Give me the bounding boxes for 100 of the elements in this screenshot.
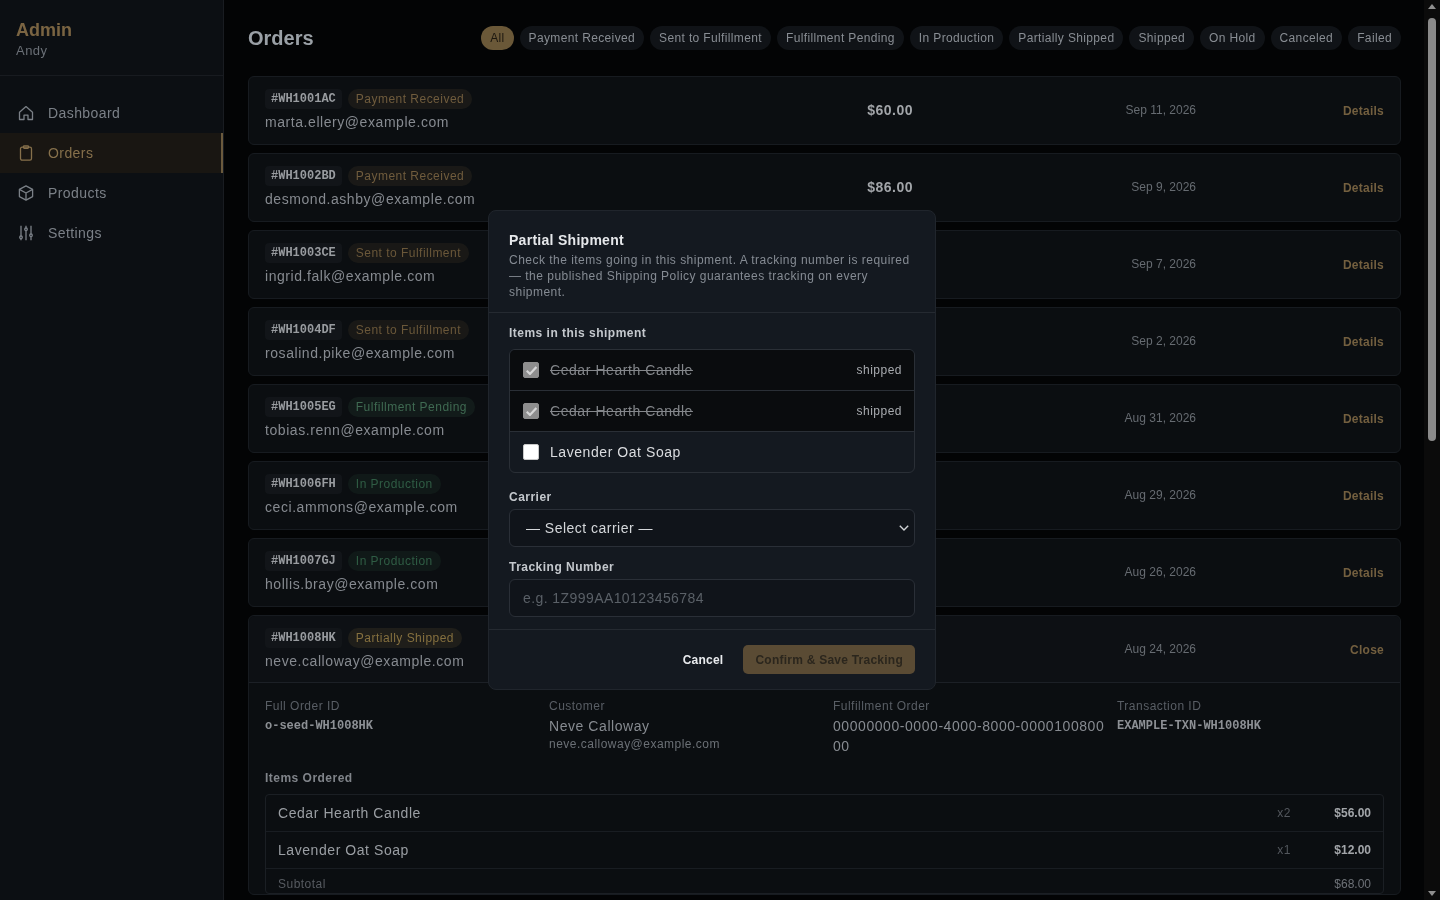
order-id: #WH1007GJ — [265, 551, 342, 571]
details-button[interactable]: Details — [1342, 258, 1384, 272]
details-button[interactable]: Details — [1342, 566, 1384, 580]
customer-email: ingrid.falk@example.com — [265, 267, 436, 285]
cancel-button[interactable]: Cancel — [682, 646, 724, 673]
nav-item[interactable]: Settings — [0, 213, 223, 253]
customer-email: marta.ellery@example.com — [265, 113, 450, 131]
close-button[interactable]: Close — [1350, 643, 1384, 657]
field-value: 00000000-0000-4000-8000-000010080000 — [833, 717, 1105, 756]
item-name: Cedar Hearth Candle — [278, 805, 421, 821]
customer-email: hollis.bray@example.com — [265, 575, 439, 593]
nav-item[interactable]: Products — [0, 173, 223, 213]
field-label: Carrier — [509, 489, 552, 505]
order-date: Aug 26, 2026 — [1124, 565, 1196, 579]
order-date: Sep 7, 2026 — [1131, 257, 1196, 271]
order-date: Sep 11, 2026 — [1125, 103, 1196, 117]
item-label: Lavender Oat Soap — [550, 444, 681, 460]
order-id: #WH1002BD — [265, 166, 342, 186]
nav-item[interactable]: Orders — [0, 133, 223, 173]
item-price: $56.00 — [1333, 806, 1371, 820]
order-amount: $60.00 — [867, 102, 913, 118]
customer-email: tobias.renn@example.com — [265, 421, 445, 439]
order-date: Aug 31, 2026 — [1124, 411, 1196, 425]
filter-tab[interactable]: On Hold — [1200, 26, 1265, 50]
filter-tab[interactable]: Shipped — [1129, 26, 1194, 50]
tracking-number-input[interactable]: e.g. 1Z999AA10123456784 — [509, 579, 915, 617]
filter-tab[interactable]: Partially Shipped — [1009, 26, 1124, 50]
total-label: Subtotal — [278, 876, 326, 892]
customer-email: desmond.ashby@example.com — [265, 190, 476, 208]
order-id: #WH1003CE — [265, 243, 342, 263]
field-label: Full Order ID — [265, 698, 340, 714]
item-label: Cedar Hearth Candle — [550, 403, 693, 419]
details-button[interactable]: Details — [1342, 104, 1384, 118]
field-value: EXAMPLE-TXN-WH1008HK — [1117, 718, 1262, 735]
scroll-down-icon[interactable] — [1428, 891, 1436, 896]
field-value: o-seed-WH1008HK — [265, 718, 374, 735]
check-icon — [525, 365, 537, 375]
chevron-down-icon — [899, 525, 909, 531]
item-quantity: x2 — [1277, 806, 1291, 820]
field-label: Fulfillment Order — [833, 698, 930, 714]
filter-tab[interactable]: In Production — [909, 26, 1004, 50]
item-price: $12.00 — [1333, 843, 1371, 857]
filter-tab[interactable]: Failed — [1348, 26, 1401, 50]
order-date: Sep 2, 2026 — [1131, 334, 1196, 348]
filter-tab[interactable]: All — [481, 26, 514, 50]
filter-tab[interactable]: Fulfillment Pending — [776, 26, 904, 50]
field-value: Neve Calloway — [549, 717, 650, 736]
status-badge: In Production — [347, 551, 441, 571]
details-button[interactable]: Details — [1342, 412, 1384, 426]
status-badge: Payment Received — [347, 166, 473, 186]
user-name: Andy — [16, 43, 48, 59]
modal-title: Partial Shipment — [509, 231, 624, 249]
total-value: $68.00 — [1334, 876, 1371, 892]
order-id: #WH1004DF — [265, 320, 342, 340]
order-id: #WH1001AC — [265, 89, 342, 109]
item-status: shipped — [856, 404, 902, 418]
field-label: Customer — [549, 698, 605, 714]
status-badge: Payment Received — [347, 89, 473, 109]
order-id: #WH1008HK — [265, 628, 342, 648]
item-quantity: x1 — [1277, 843, 1291, 857]
status-badge: Partially Shipped — [347, 628, 463, 648]
sliders-icon — [18, 225, 34, 241]
section-label: Items Ordered — [265, 770, 353, 786]
customer-email: ceci.ammons@example.com — [265, 498, 458, 516]
check-icon — [525, 406, 537, 416]
details-button[interactable]: Details — [1342, 181, 1384, 195]
filter-tab[interactable]: Payment Received — [519, 26, 645, 50]
order-date: Aug 29, 2026 — [1124, 488, 1196, 502]
details-button[interactable]: Details — [1342, 335, 1384, 349]
status-badge: Sent to Fulfillment — [347, 320, 469, 340]
scrollbar[interactable] — [1424, 0, 1440, 900]
order-date: Sep 9, 2026 — [1131, 180, 1196, 194]
order-amount: $86.00 — [867, 179, 913, 195]
order-id: #WH1006FH — [265, 474, 342, 494]
order-date: Aug 24, 2026 — [1124, 642, 1196, 656]
details-button[interactable]: Details — [1342, 489, 1384, 503]
field-label: Transaction ID — [1117, 698, 1202, 714]
customer-email: neve.calloway@example.com — [549, 736, 720, 752]
scroll-up-icon[interactable] — [1428, 4, 1436, 9]
status-badge: Sent to Fulfillment — [347, 243, 469, 263]
item-label: Cedar Hearth Candle — [550, 362, 693, 378]
modal-description: Check the items going in this shipment. A tracking number is required — the published Shipping Policy guarantees tracking on every shipment. — [509, 252, 911, 300]
checkbox[interactable] — [523, 444, 539, 460]
home-icon — [18, 105, 34, 121]
filter-tab[interactable]: Canceled — [1270, 26, 1343, 50]
customer-email: neve.calloway@example.com — [265, 652, 465, 670]
item-status: shipped — [856, 363, 902, 377]
carrier-select[interactable]: — Select carrier — — [509, 509, 915, 547]
order-id: #WH1005EG — [265, 397, 342, 417]
section-label: Items in this shipment — [509, 325, 647, 341]
cube-icon — [18, 185, 34, 201]
app-title: Admin — [16, 19, 72, 41]
status-badge: Fulfillment Pending — [347, 397, 475, 417]
item-name: Lavender Oat Soap — [278, 842, 409, 858]
scrollbar-thumb[interactable] — [1428, 18, 1436, 441]
field-label: Tracking Number — [509, 559, 615, 575]
customer-email: rosalind.pike@example.com — [265, 344, 456, 362]
clipboard-icon — [18, 145, 34, 161]
filter-tab[interactable]: Sent to Fulfillment — [650, 26, 771, 50]
nav-item[interactable]: Dashboard — [0, 93, 223, 133]
